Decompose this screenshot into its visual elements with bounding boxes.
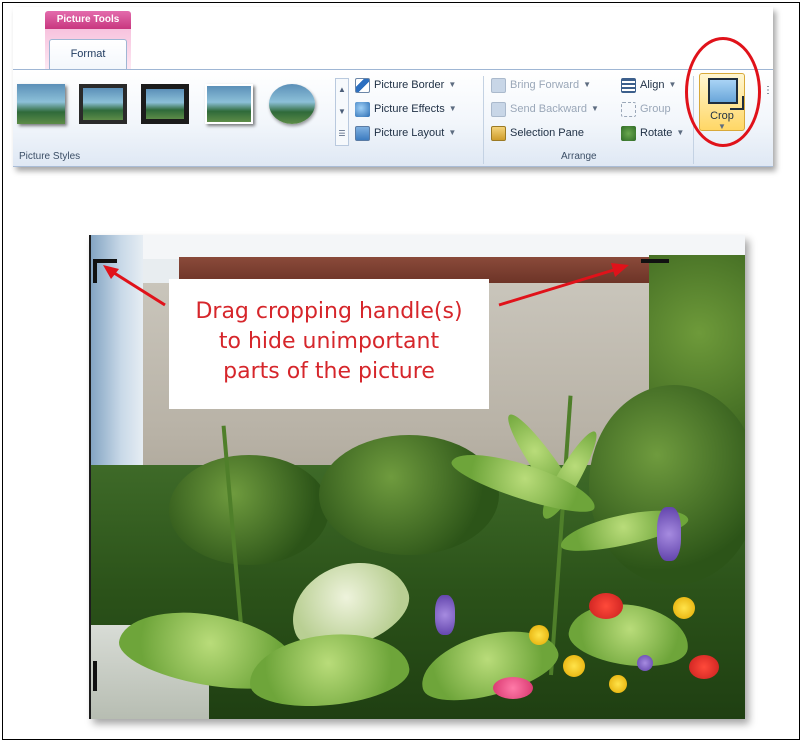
picture-frame: Drag cropping handle(s) to hide unimport… — [89, 235, 749, 725]
chevron-down-icon: ▼ — [676, 128, 685, 137]
arrow-right — [498, 267, 618, 307]
selection-pane-button[interactable]: Selection Pane — [491, 122, 584, 144]
chevron-down-icon: ▼ — [591, 104, 599, 113]
chevron-down-icon: ▼ — [448, 128, 457, 137]
picture-style-soft-edge[interactable] — [17, 84, 65, 124]
bring-forward-button[interactable]: Bring Forward ▼ — [491, 74, 591, 96]
picture-tools-context-tab: Picture Tools — [45, 11, 131, 29]
picture-style-oval[interactable] — [269, 84, 315, 124]
chevron-down-icon: ▼ — [583, 80, 591, 89]
group-icon — [621, 101, 636, 117]
group-separator — [483, 76, 484, 164]
chevron-down-icon: ▼ — [668, 80, 677, 89]
picture-effects-icon — [355, 101, 370, 117]
screenshot-frame: Picture Tools Format ▲ ▼ ☰ Picture Borde… — [2, 2, 800, 740]
picture-effects-button[interactable]: Picture Effects ▼ — [355, 98, 457, 120]
bring-forward-icon — [491, 77, 506, 93]
align-button[interactable]: Align ▼ — [621, 74, 676, 96]
rotate-button[interactable]: Rotate ▼ — [621, 122, 684, 144]
chevron-down-icon: ▼ — [448, 104, 457, 113]
group-label-picture-styles: Picture Styles — [19, 151, 81, 162]
arrow-right-head — [611, 263, 629, 277]
picture-style-black-frame[interactable] — [141, 84, 189, 124]
picture-style-drop-shadow[interactable] — [205, 84, 253, 124]
group-label-arrange: Arrange — [561, 151, 597, 162]
size-more-icon[interactable]: ⋮ — [763, 85, 773, 96]
gallery-scroll[interactable]: ▲ ▼ ☰ — [335, 78, 349, 146]
ribbon-body: ▲ ▼ ☰ Picture Border ▼ Picture Effects ▼… — [13, 69, 773, 167]
align-icon — [621, 77, 636, 93]
selection-pane-icon — [491, 125, 506, 141]
arrow-left — [110, 269, 166, 307]
ribbon: Picture Tools Format ▲ ▼ ☰ Picture Borde… — [13, 7, 775, 167]
gallery-up-icon[interactable]: ▲ — [336, 79, 348, 101]
chevron-down-icon: ▼ — [448, 80, 457, 89]
crop-highlight-circle — [685, 37, 761, 147]
rotate-icon — [621, 125, 636, 141]
tab-format[interactable]: Format — [49, 39, 127, 69]
group-button[interactable]: Group — [621, 98, 671, 120]
send-backward-button[interactable]: Send Backward ▼ — [491, 98, 599, 120]
gallery-down-icon[interactable]: ▼ — [336, 101, 348, 123]
picture-border-icon — [355, 77, 370, 93]
garden-photo[interactable]: Drag cropping handle(s) to hide unimport… — [89, 235, 745, 719]
picture-layout-icon — [355, 125, 370, 141]
send-backward-icon — [491, 101, 506, 117]
callout-arrows — [103, 263, 629, 307]
picture-border-button[interactable]: Picture Border ▼ — [355, 74, 456, 96]
picture-style-thick-frame[interactable] — [79, 84, 127, 124]
arrow-left-head — [103, 265, 119, 279]
picture-layout-button[interactable]: Picture Layout ▼ — [355, 122, 456, 144]
gallery-more-icon[interactable]: ☰ — [336, 123, 348, 145]
